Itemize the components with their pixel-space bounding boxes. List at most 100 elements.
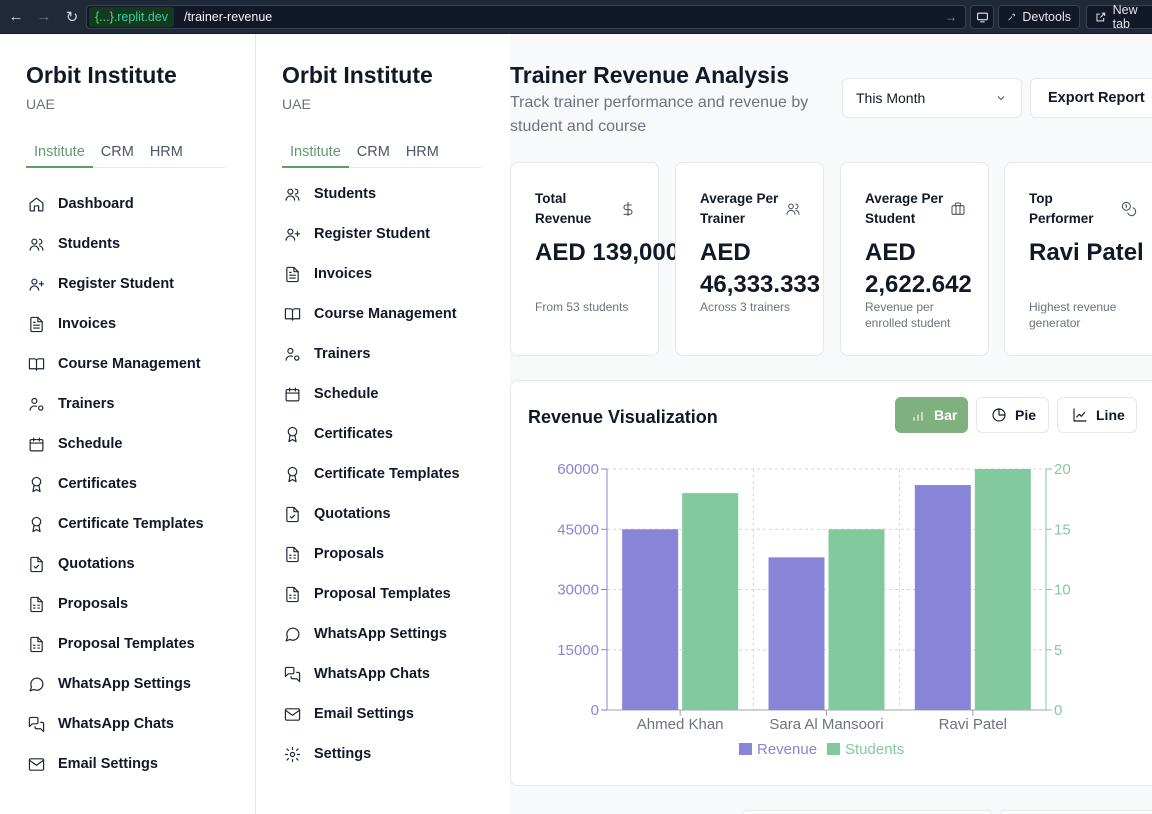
messages-square-icon — [26, 714, 46, 734]
sidebar-item-register-student[interactable]: Register Student — [26, 264, 236, 304]
sidebar-item-invoices[interactable]: Invoices — [26, 304, 236, 344]
coins-icon — [1121, 201, 1137, 217]
sidebar-item-label: Proposal Templates — [314, 586, 451, 602]
sidebar-item-schedule[interactable]: Schedule — [282, 374, 492, 414]
sidebar-subtitle: UAE — [282, 96, 311, 112]
stat-card-total-revenue: Total Revenue AED 139,000 From 53 studen… — [510, 162, 679, 356]
tab-crm[interactable]: CRM — [93, 138, 142, 168]
forward-icon[interactable]: → — [32, 5, 56, 29]
url-path: /trainer-revenue — [183, 10, 273, 24]
sidebar-item-course-management[interactable]: Course Management — [26, 344, 236, 384]
sidebar-item-label: Schedule — [314, 386, 379, 402]
sidebar-item-trainers[interactable]: Trainers — [282, 334, 492, 374]
tab-hrm[interactable]: HRM — [398, 138, 447, 168]
y-right-tick-label: 0 — [1054, 702, 1062, 719]
devtools-button[interactable]: Devtools — [998, 5, 1080, 29]
sidebar-item-proposal-templates[interactable]: Proposal Templates — [26, 624, 236, 664]
y-left-tick-label: 15000 — [557, 642, 599, 659]
reload-icon[interactable]: ↻ — [60, 5, 84, 29]
sidebar-item-trainers[interactable]: Trainers — [26, 384, 236, 424]
sidebar-item-whatsapp-settings[interactable]: WhatsApp Settings — [282, 614, 492, 654]
y-right-tick-label: 20 — [1054, 461, 1071, 478]
mail-icon — [26, 754, 46, 774]
revenue-bar-chart: 0 15000 30000 45000 60000 0 5 10 15 20 Ahmed Khan S… — [557, 461, 1071, 758]
sidebar-item-students[interactable]: Students — [282, 174, 492, 214]
sidebar-item-whatsapp-chats[interactable]: WhatsApp Chats — [282, 654, 492, 694]
sidebar-item-course-management[interactable]: Course Management — [282, 294, 492, 334]
sidebar-title: Orbit Institute — [282, 62, 433, 88]
sidebar-item-label: WhatsApp Chats — [314, 666, 430, 682]
stat-value: AED 139,000 — [535, 239, 680, 266]
file-spreadsheet-icon — [26, 594, 46, 614]
home-icon — [26, 194, 46, 214]
calendar-icon — [26, 434, 46, 454]
page-title: Trainer Revenue Analysis — [510, 62, 790, 88]
sidebar-item-whatsapp-chats[interactable]: WhatsApp Chats — [26, 704, 236, 744]
chevron-down-icon — [997, 96, 1005, 101]
award-icon — [26, 474, 46, 494]
sidebar-subtitle: UAE — [26, 96, 55, 112]
sidebar-item-certificate-templates[interactable]: Certificate Templates — [26, 504, 236, 544]
messages-square-icon — [282, 664, 302, 684]
sidebar-item-certificates[interactable]: Certificates — [26, 464, 236, 504]
sidebar-item-invoices[interactable]: Invoices — [282, 254, 492, 294]
browser-toolbar: ← → ↻ {...}.replit.dev /trainer-revenue … — [0, 0, 1152, 34]
tab-hrm[interactable]: HRM — [142, 138, 191, 168]
sidebar-item-proposal-templates[interactable]: Proposal Templates — [282, 574, 492, 614]
page-subtitle: Track trainer performance and revenue by… — [510, 94, 809, 135]
file-spreadsheet-icon — [282, 584, 302, 604]
y-right-tick-label: 15 — [1054, 521, 1071, 538]
stat-value: Ravi Patel — [1029, 239, 1144, 266]
stat-note: Revenue per enrolled student — [865, 300, 951, 330]
sidebar-item-proposals[interactable]: Proposals — [26, 584, 236, 624]
sidebar-item-label: Register Student — [314, 226, 431, 242]
stat-note: From 53 students — [535, 300, 629, 314]
legend-label-revenue: Revenue — [757, 741, 817, 758]
stat-value: AED 2,622.642 — [865, 239, 972, 298]
tab-crm[interactable]: CRM — [349, 138, 398, 168]
sidebar-item-label: WhatsApp Chats — [58, 716, 174, 732]
period-select[interactable]: This Month — [842, 78, 1022, 118]
sidebar-item-label: Email Settings — [314, 706, 414, 722]
message-circle-icon — [26, 674, 46, 694]
export-report-button[interactable]: Export Report — [1030, 78, 1152, 118]
back-icon[interactable]: ← — [4, 5, 28, 29]
sidebar-item-certificate-templates[interactable]: Certificate Templates — [282, 454, 492, 494]
sidebar-nav: Dashboard Students Register Student Invoice… — [26, 184, 236, 784]
y-right-tick-label: 5 — [1054, 642, 1062, 659]
legend-swatch-students — [827, 743, 840, 755]
book-open-icon — [282, 304, 302, 324]
sidebar-item-email-settings[interactable]: Email Settings — [26, 744, 236, 784]
mail-icon — [282, 704, 302, 724]
sidebar-item-whatsapp-settings[interactable]: WhatsApp Settings — [26, 664, 236, 704]
address-bar[interactable]: {...}.replit.dev /trainer-revenue → — [86, 5, 966, 29]
lower-card-edge — [1000, 810, 1152, 814]
sidebar-item-label: WhatsApp Settings — [58, 676, 191, 692]
sidebar-item-schedule[interactable]: Schedule — [26, 424, 236, 464]
sidebar-item-register-student[interactable]: Register Student — [282, 214, 492, 254]
sidebar-item-dashboard[interactable]: Dashboard — [26, 184, 236, 224]
go-arrow-icon[interactable]: → — [945, 10, 957, 24]
screen-icon[interactable] — [970, 5, 994, 29]
sidebar-tabs: Institute CRM HRM — [26, 138, 225, 168]
bar-students — [828, 529, 885, 710]
legend-swatch-revenue — [739, 743, 752, 755]
users-icon — [26, 234, 46, 254]
sidebar-item-quotations[interactable]: Quotations — [282, 494, 492, 534]
users-icon — [785, 201, 801, 217]
sidebar-item-label: WhatsApp Settings — [314, 626, 447, 642]
sidebar-item-proposals[interactable]: Proposals — [282, 534, 492, 574]
new-tab-button[interactable]: New tab — [1086, 3, 1152, 31]
bar-revenue — [768, 557, 825, 710]
bar-students — [974, 469, 1031, 710]
sidebar-item-settings[interactable]: Settings — [282, 734, 492, 774]
sidebar-item-certificates[interactable]: Certificates — [282, 414, 492, 454]
sidebar-item-students[interactable]: Students — [26, 224, 236, 264]
tab-institute[interactable]: Institute — [282, 138, 349, 168]
sidebar-item-quotations[interactable]: Quotations — [26, 544, 236, 584]
sidebar-item-email-settings[interactable]: Email Settings — [282, 694, 492, 734]
file-check-icon — [282, 504, 302, 524]
tab-institute[interactable]: Institute — [26, 138, 93, 168]
stat-label: Average Per Student — [865, 191, 944, 226]
sidebar-item-label: Invoices — [58, 316, 117, 332]
